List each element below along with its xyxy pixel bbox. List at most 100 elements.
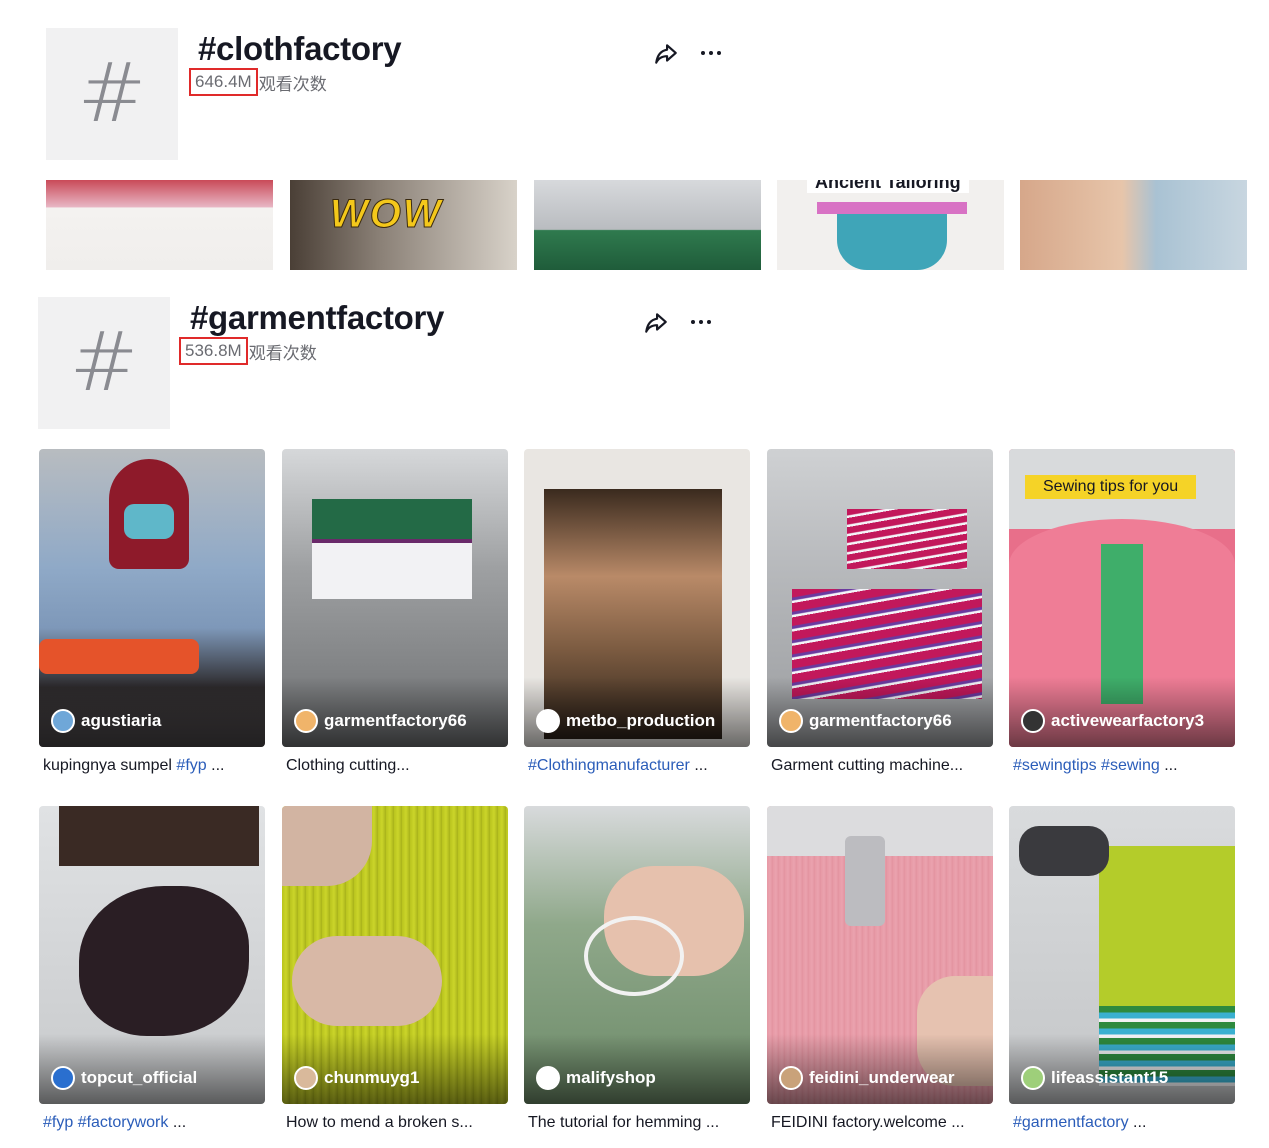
video-author[interactable]: garmentfactory66 [294,709,467,733]
author-name: chunmuyg1 [324,1068,420,1087]
video-thumbnail[interactable] [534,180,761,270]
video-card[interactable]: topcut_official #fyp #factorywork ... [39,806,265,1133]
dark-pattern-piece [79,886,249,1036]
views-row: 536.8M 观看次数 [179,337,317,365]
video-thumbnail[interactable] [46,180,273,270]
video-author[interactable]: malifyshop [536,1066,656,1090]
views-label: 观看次数 [248,343,317,363]
hashtag-link[interactable]: #fyp #factorywork [43,1114,168,1131]
video-card[interactable]: malifyshop The tutorial for hemming ... [524,806,750,1133]
author-name: agustiaria [81,711,162,730]
hashtag-link[interactable]: #fyp [176,757,206,774]
video-thumbnail[interactable]: metbo_production [524,449,750,747]
hashtag-avatar: # [46,28,178,160]
video-thumbnail[interactable]: topcut_official [39,806,265,1104]
hashtag-glyph: # [69,315,139,410]
author-name: garmentfactory66 [809,711,952,730]
author-avatar [294,709,318,733]
video-caption[interactable]: Garment cutting machine... [767,756,993,776]
author-avatar [779,709,803,733]
author-name: malifyshop [566,1068,656,1087]
orange-object [39,639,199,674]
pink-ribbon [817,202,967,214]
video-author[interactable]: lifeassistant15 [1021,1066,1168,1090]
video-card[interactable]: garmentfactory66 Garment cutting machine… [767,449,993,776]
more-icon[interactable] [686,307,716,337]
author-avatar [1021,1066,1045,1090]
hashtag-link[interactable]: #sewingtips #sewing [1013,757,1160,774]
face-mask [124,504,174,539]
video-thumbnail[interactable]: WOW [290,180,517,270]
author-name: topcut_official [81,1068,198,1087]
video-card[interactable]: metbo_production #Clothingmanufacturer .… [524,449,750,776]
author-avatar [779,1066,803,1090]
views-count: 646.4M [189,68,258,96]
video-author[interactable]: garmentfactory66 [779,709,952,733]
views-row: 646.4M 观看次数 [189,68,327,96]
video-author[interactable]: topcut_official [51,1066,197,1090]
finger-top [282,806,372,886]
video-card[interactable]: garmentfactory66 Clothing cutting... [282,449,508,776]
finger [292,936,442,1026]
video-caption[interactable]: The tutorial for hemming ... [524,1113,750,1133]
hashtag-link[interactable]: #Clothingmanufacturer [528,757,690,774]
overlay-banner: Sewing tips for you [1025,475,1197,499]
video-thumbnail[interactable]: chunmuyg1 [282,806,508,1104]
author-name: garmentfactory66 [324,711,467,730]
overlay-text: WOW [330,192,443,237]
video-thumbnail[interactable]: agustiaria [39,449,265,747]
fabric-top [59,806,259,866]
author-avatar [51,709,75,733]
hashtag-title: #clothfactory [198,30,402,67]
views-label: 观看次数 [258,74,327,94]
video-thumbnail[interactable] [1020,180,1247,270]
video-author[interactable]: chunmuyg1 [294,1066,419,1090]
fabric-shape [837,205,947,270]
author-name: metbo_production [566,711,716,730]
video-card[interactable]: chunmuyg1 How to mend a broken s... [282,806,508,1133]
hashtag-avatar: # [38,297,170,429]
video-thumbnail[interactable]: feidini_underwear [767,806,993,1104]
video-caption[interactable]: #sewingtips #sewing ... [1009,756,1235,776]
video-thumbnail[interactable]: garmentfactory66 [282,449,508,747]
video-card[interactable]: Sewing tips for you activewearfactory3 #… [1009,449,1235,776]
video-author[interactable]: metbo_production [536,709,715,733]
video-caption[interactable]: kupingnya sumpel #fyp ... [39,756,265,776]
video-card[interactable]: agustiaria kupingnya sumpel #fyp ... [39,449,265,776]
green-fabric-stack [312,499,472,539]
video-thumbnail[interactable]: garmentfactory66 [767,449,993,747]
author-avatar [536,709,560,733]
video-thumbnail[interactable]: Sewing tips for you activewearfactory3 [1009,449,1235,747]
video-author[interactable]: agustiaria [51,709,161,733]
hand [1019,826,1109,876]
video-thumbnail[interactable]: lifeassistant15 [1009,806,1235,1104]
presser-foot [845,836,885,926]
video-thumbnail[interactable]: malifyshop [524,806,750,1104]
more-icon[interactable] [696,38,726,68]
author-avatar [1021,709,1045,733]
video-caption[interactable]: #Clothingmanufacturer ... [524,756,750,776]
share-icon[interactable] [641,308,671,338]
video-card[interactable]: feidini_underwear FEIDINI factory.welcom… [767,806,993,1133]
author-name: activewearfactory3 [1051,711,1205,730]
video-caption[interactable]: Clothing cutting... [282,756,508,776]
author-avatar [294,1066,318,1090]
white-fabric-stack [312,539,472,599]
video-caption[interactable]: #garmentfactory ... [1009,1113,1235,1133]
video-author[interactable]: activewearfactory3 [1021,709,1204,733]
author-avatar [51,1066,75,1090]
video-caption[interactable]: How to mend a broken s... [282,1113,508,1133]
hashtag-title: #garmentfactory [190,299,445,336]
author-avatar [536,1066,560,1090]
share-icon[interactable] [651,39,681,69]
video-author[interactable]: feidini_underwear [779,1066,954,1090]
views-count: 536.8M [179,337,248,365]
video-caption[interactable]: FEIDINI factory.welcome ... [767,1113,993,1133]
hashtag-link[interactable]: #garmentfactory [1013,1114,1129,1131]
elastic-band [584,916,684,996]
video-thumbnail[interactable]: Ancient Tailoring [777,180,1004,270]
video-card[interactable]: lifeassistant15 #garmentfactory ... [1009,806,1235,1133]
author-name: feidini_underwear [809,1068,955,1087]
video-caption[interactable]: #fyp #factorywork ... [39,1113,265,1133]
striped-fabric-back [847,509,967,569]
